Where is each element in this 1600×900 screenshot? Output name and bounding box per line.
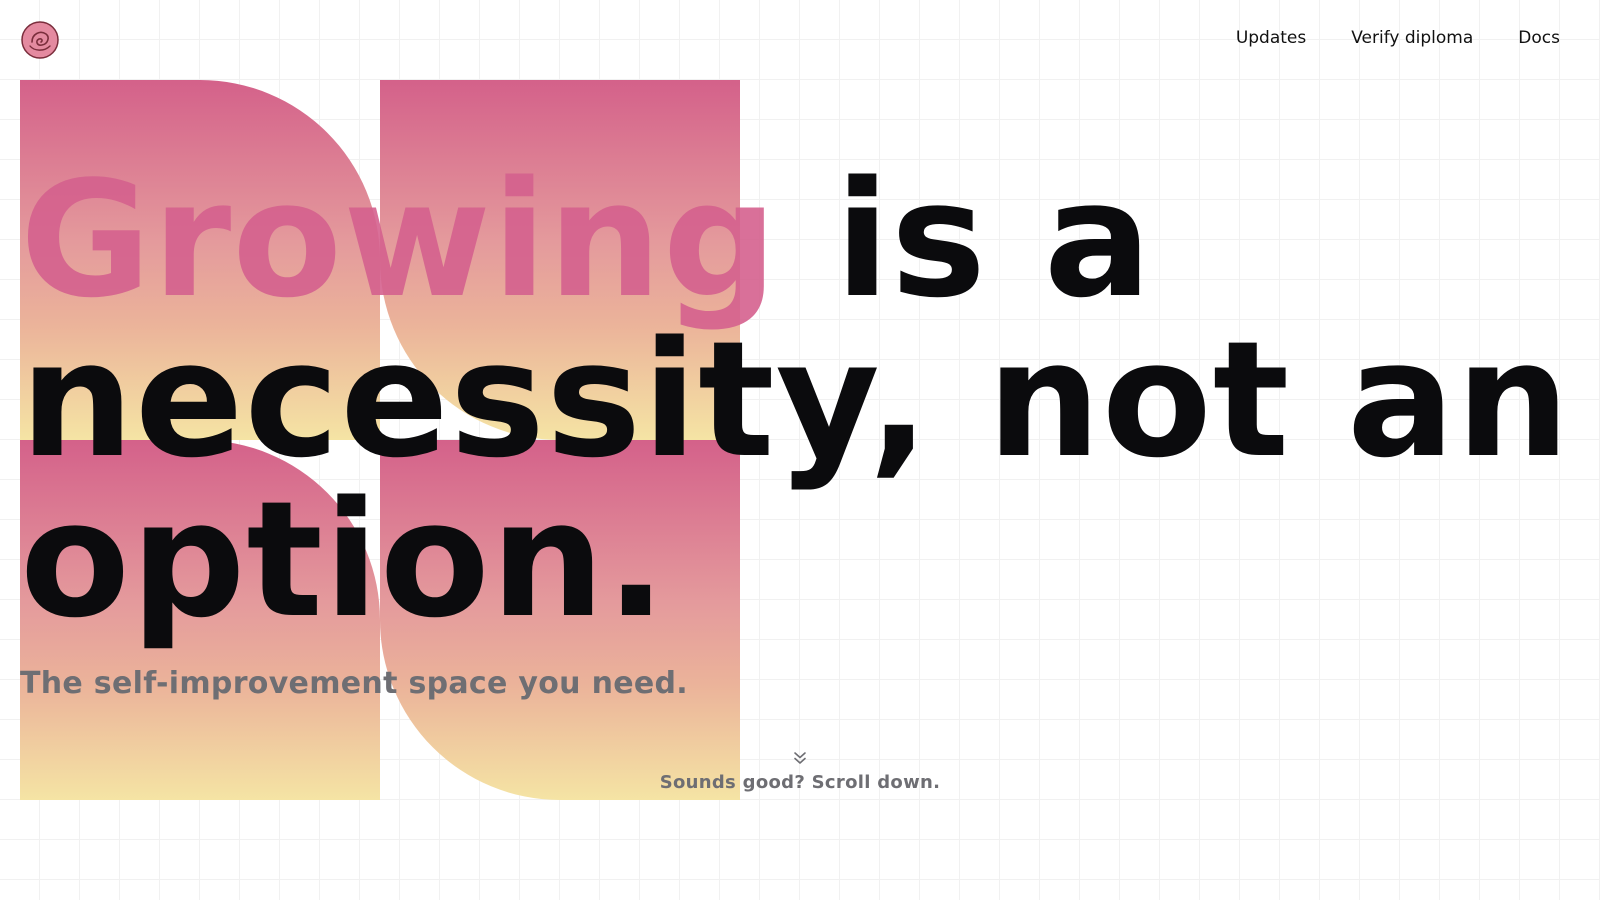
nav-docs-link[interactable]: Docs xyxy=(1518,24,1560,52)
headline-line-1: Growing is a xyxy=(20,160,1571,320)
nav-verify-diploma-link[interactable]: Verify diploma xyxy=(1351,24,1473,52)
headline-line-2: necessity, not an xyxy=(20,306,1571,493)
scroll-hint-label: Sounds good? Scroll down. xyxy=(659,772,941,793)
headline-accent-word: Growing xyxy=(20,146,779,333)
headline-line-1-rest: is a xyxy=(834,146,1153,333)
double-chevron-down-icon xyxy=(794,752,806,764)
hero-headline: Growing is a necessity, not an option. xyxy=(20,160,1571,640)
nav-updates-link[interactable]: Updates xyxy=(1236,24,1306,52)
landing-page: Updates Verify diploma Docs Growing is a… xyxy=(0,0,1600,900)
scroll-hint[interactable]: Sounds good? Scroll down. xyxy=(0,750,1600,793)
headline-line-3: option. xyxy=(20,466,668,653)
rose-icon xyxy=(21,21,59,59)
top-nav: Updates Verify diploma Docs xyxy=(1236,24,1560,52)
logo[interactable] xyxy=(20,20,60,60)
hero-subtitle: The self-improvement space you need. xyxy=(20,666,688,701)
